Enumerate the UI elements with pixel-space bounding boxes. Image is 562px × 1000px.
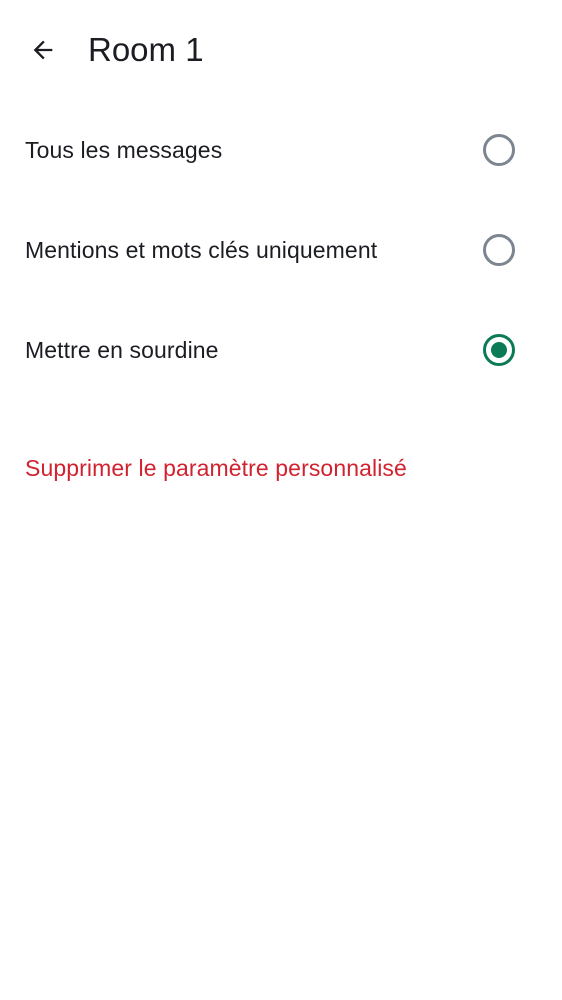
- radio-selected-dot: [491, 342, 507, 358]
- page-title: Room 1: [88, 31, 204, 68]
- notification-options-list: Tous les messages Mentions et mots clés …: [0, 100, 562, 400]
- option-label: Mentions et mots clés uniquement: [25, 237, 378, 263]
- option-label: Tous les messages: [25, 137, 223, 163]
- arrow-left-icon: [33, 40, 53, 60]
- option-mentions-keywords[interactable]: Mentions et mots clés uniquement: [0, 200, 562, 300]
- option-all-messages[interactable]: Tous les messages: [0, 100, 562, 200]
- option-mute[interactable]: Mettre en sourdine: [0, 300, 562, 400]
- radio-button-mute[interactable]: [483, 334, 515, 366]
- radio-button-mentions-keywords[interactable]: [483, 234, 515, 266]
- back-button[interactable]: [18, 25, 68, 75]
- app-bar: Room 1: [0, 0, 562, 100]
- remove-custom-setting-button[interactable]: Supprimer le paramètre personnalisé: [25, 452, 407, 484]
- option-label: Mettre en sourdine: [25, 337, 219, 363]
- radio-button-all-messages[interactable]: [483, 134, 515, 166]
